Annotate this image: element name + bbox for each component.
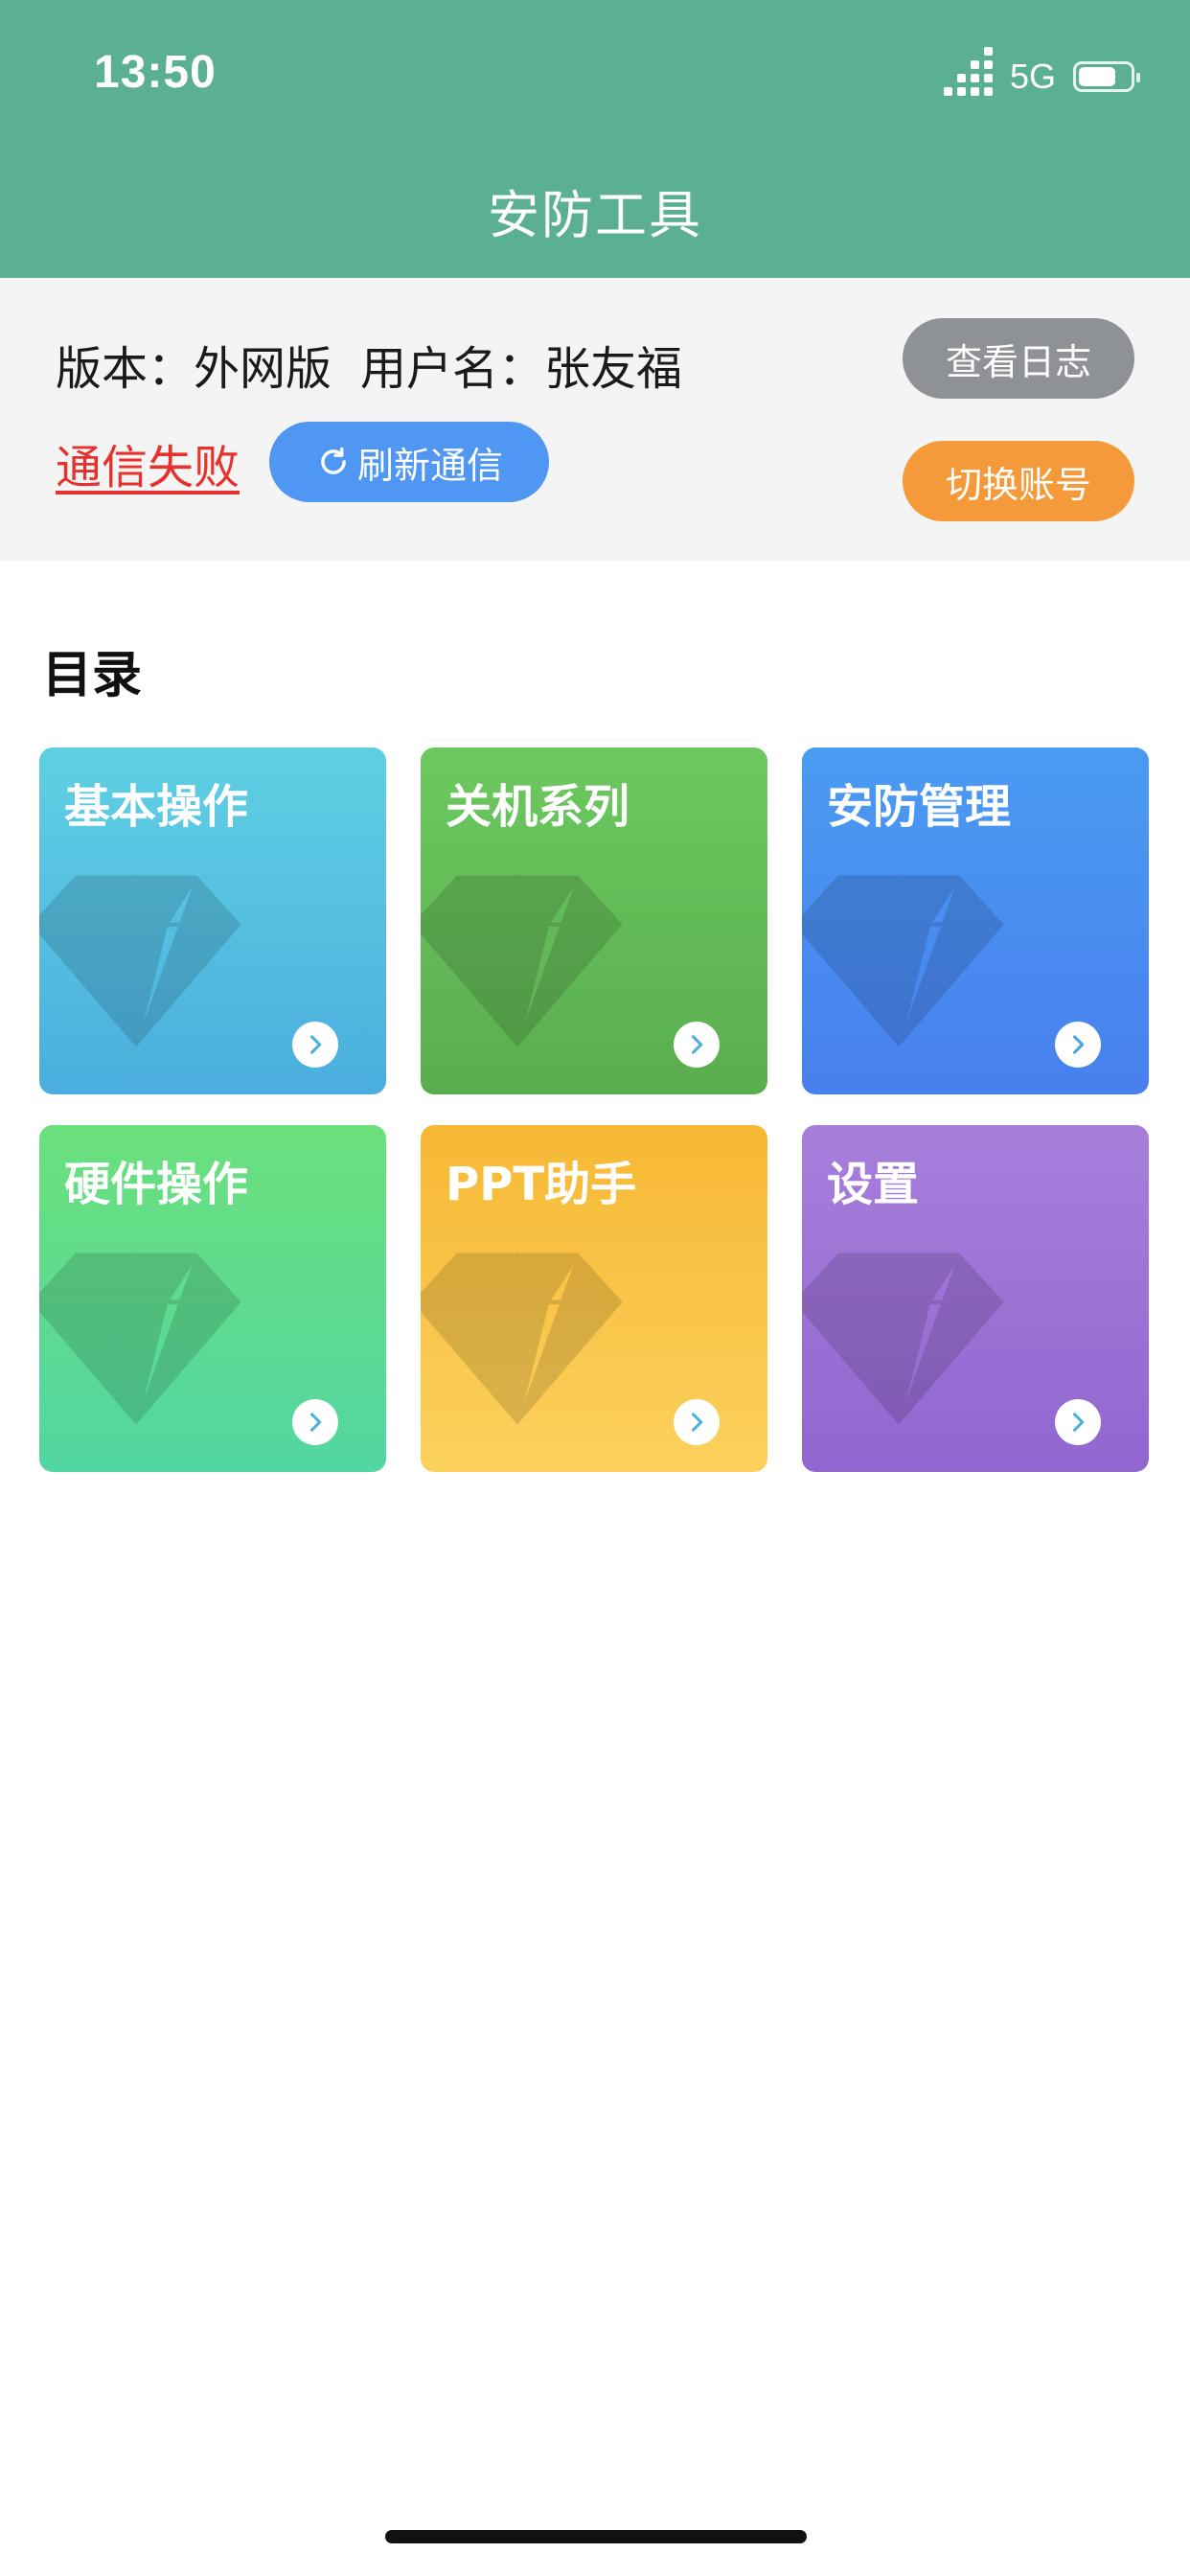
account-info-line: 版本：外网版 用户名：张友福 <box>56 331 682 398</box>
chevron-right-icon <box>674 1399 720 1445</box>
menu-card-label: 关机系列 <box>446 780 630 834</box>
menu-card-shutdown-series[interactable]: 关机系列 <box>421 748 767 1094</box>
chevron-right-icon <box>1055 1022 1101 1068</box>
diamond-icon <box>39 873 241 1047</box>
menu-card-security-management[interactable]: 安防管理 <box>802 748 1149 1094</box>
username-text: 用户名：张友福 <box>360 342 683 396</box>
network-type: 5G <box>1009 57 1056 96</box>
comm-status-link[interactable]: 通信失败 <box>56 429 240 496</box>
signal-icon <box>943 47 993 96</box>
diamond-icon <box>802 1251 1004 1425</box>
chevron-right-icon <box>1055 1399 1101 1445</box>
version-text: 版本：外网版 <box>56 342 332 396</box>
menu-card-label: 基本操作 <box>64 780 249 834</box>
diamond-icon <box>421 873 623 1047</box>
app-header: 13:50 5G 安防工具 <box>0 0 1190 278</box>
menu-card-ppt-assistant[interactable]: PPT助手 <box>421 1125 767 1472</box>
chevron-right-icon <box>292 1022 338 1068</box>
menu-card-basic-operations[interactable]: 基本操作 <box>39 748 386 1094</box>
menu-card-label: 设置 <box>827 1158 920 1211</box>
view-log-button[interactable]: 查看日志 <box>903 318 1134 399</box>
menu-card-label: 硬件操作 <box>64 1158 249 1211</box>
refresh-comm-label: 刷新通信 <box>356 444 503 487</box>
home-indicator[interactable] <box>385 2530 807 2543</box>
menu-card-label: 安防管理 <box>827 780 1012 834</box>
diamond-icon <box>39 1251 241 1425</box>
status-indicators: 5G <box>943 47 1140 98</box>
page-title: 安防工具 <box>488 185 702 245</box>
menu-card-settings[interactable]: 设置 <box>802 1125 1149 1472</box>
account-info-panel: 版本：外网版 用户名：张友福 通信失败 刷新通信 查看日志 切换账号 <box>0 278 1190 561</box>
menu-card-label: PPT助手 <box>446 1158 637 1211</box>
diamond-icon <box>802 873 1004 1047</box>
status-time: 13:50 <box>94 47 217 98</box>
diamond-icon <box>421 1251 623 1425</box>
refresh-comm-button[interactable]: 刷新通信 <box>269 422 549 502</box>
switch-account-button[interactable]: 切换账号 <box>903 441 1134 521</box>
refresh-icon <box>321 447 346 474</box>
battery-icon <box>1073 61 1140 92</box>
chevron-right-icon <box>292 1399 338 1445</box>
directory-grid: 基本操作 关机系列 安防管理 硬件操作 PPT助手 设置 <box>39 748 1151 1472</box>
menu-card-hardware-operations[interactable]: 硬件操作 <box>39 1125 386 1472</box>
chevron-right-icon <box>674 1022 720 1068</box>
directory-title: 目录 <box>42 647 143 704</box>
